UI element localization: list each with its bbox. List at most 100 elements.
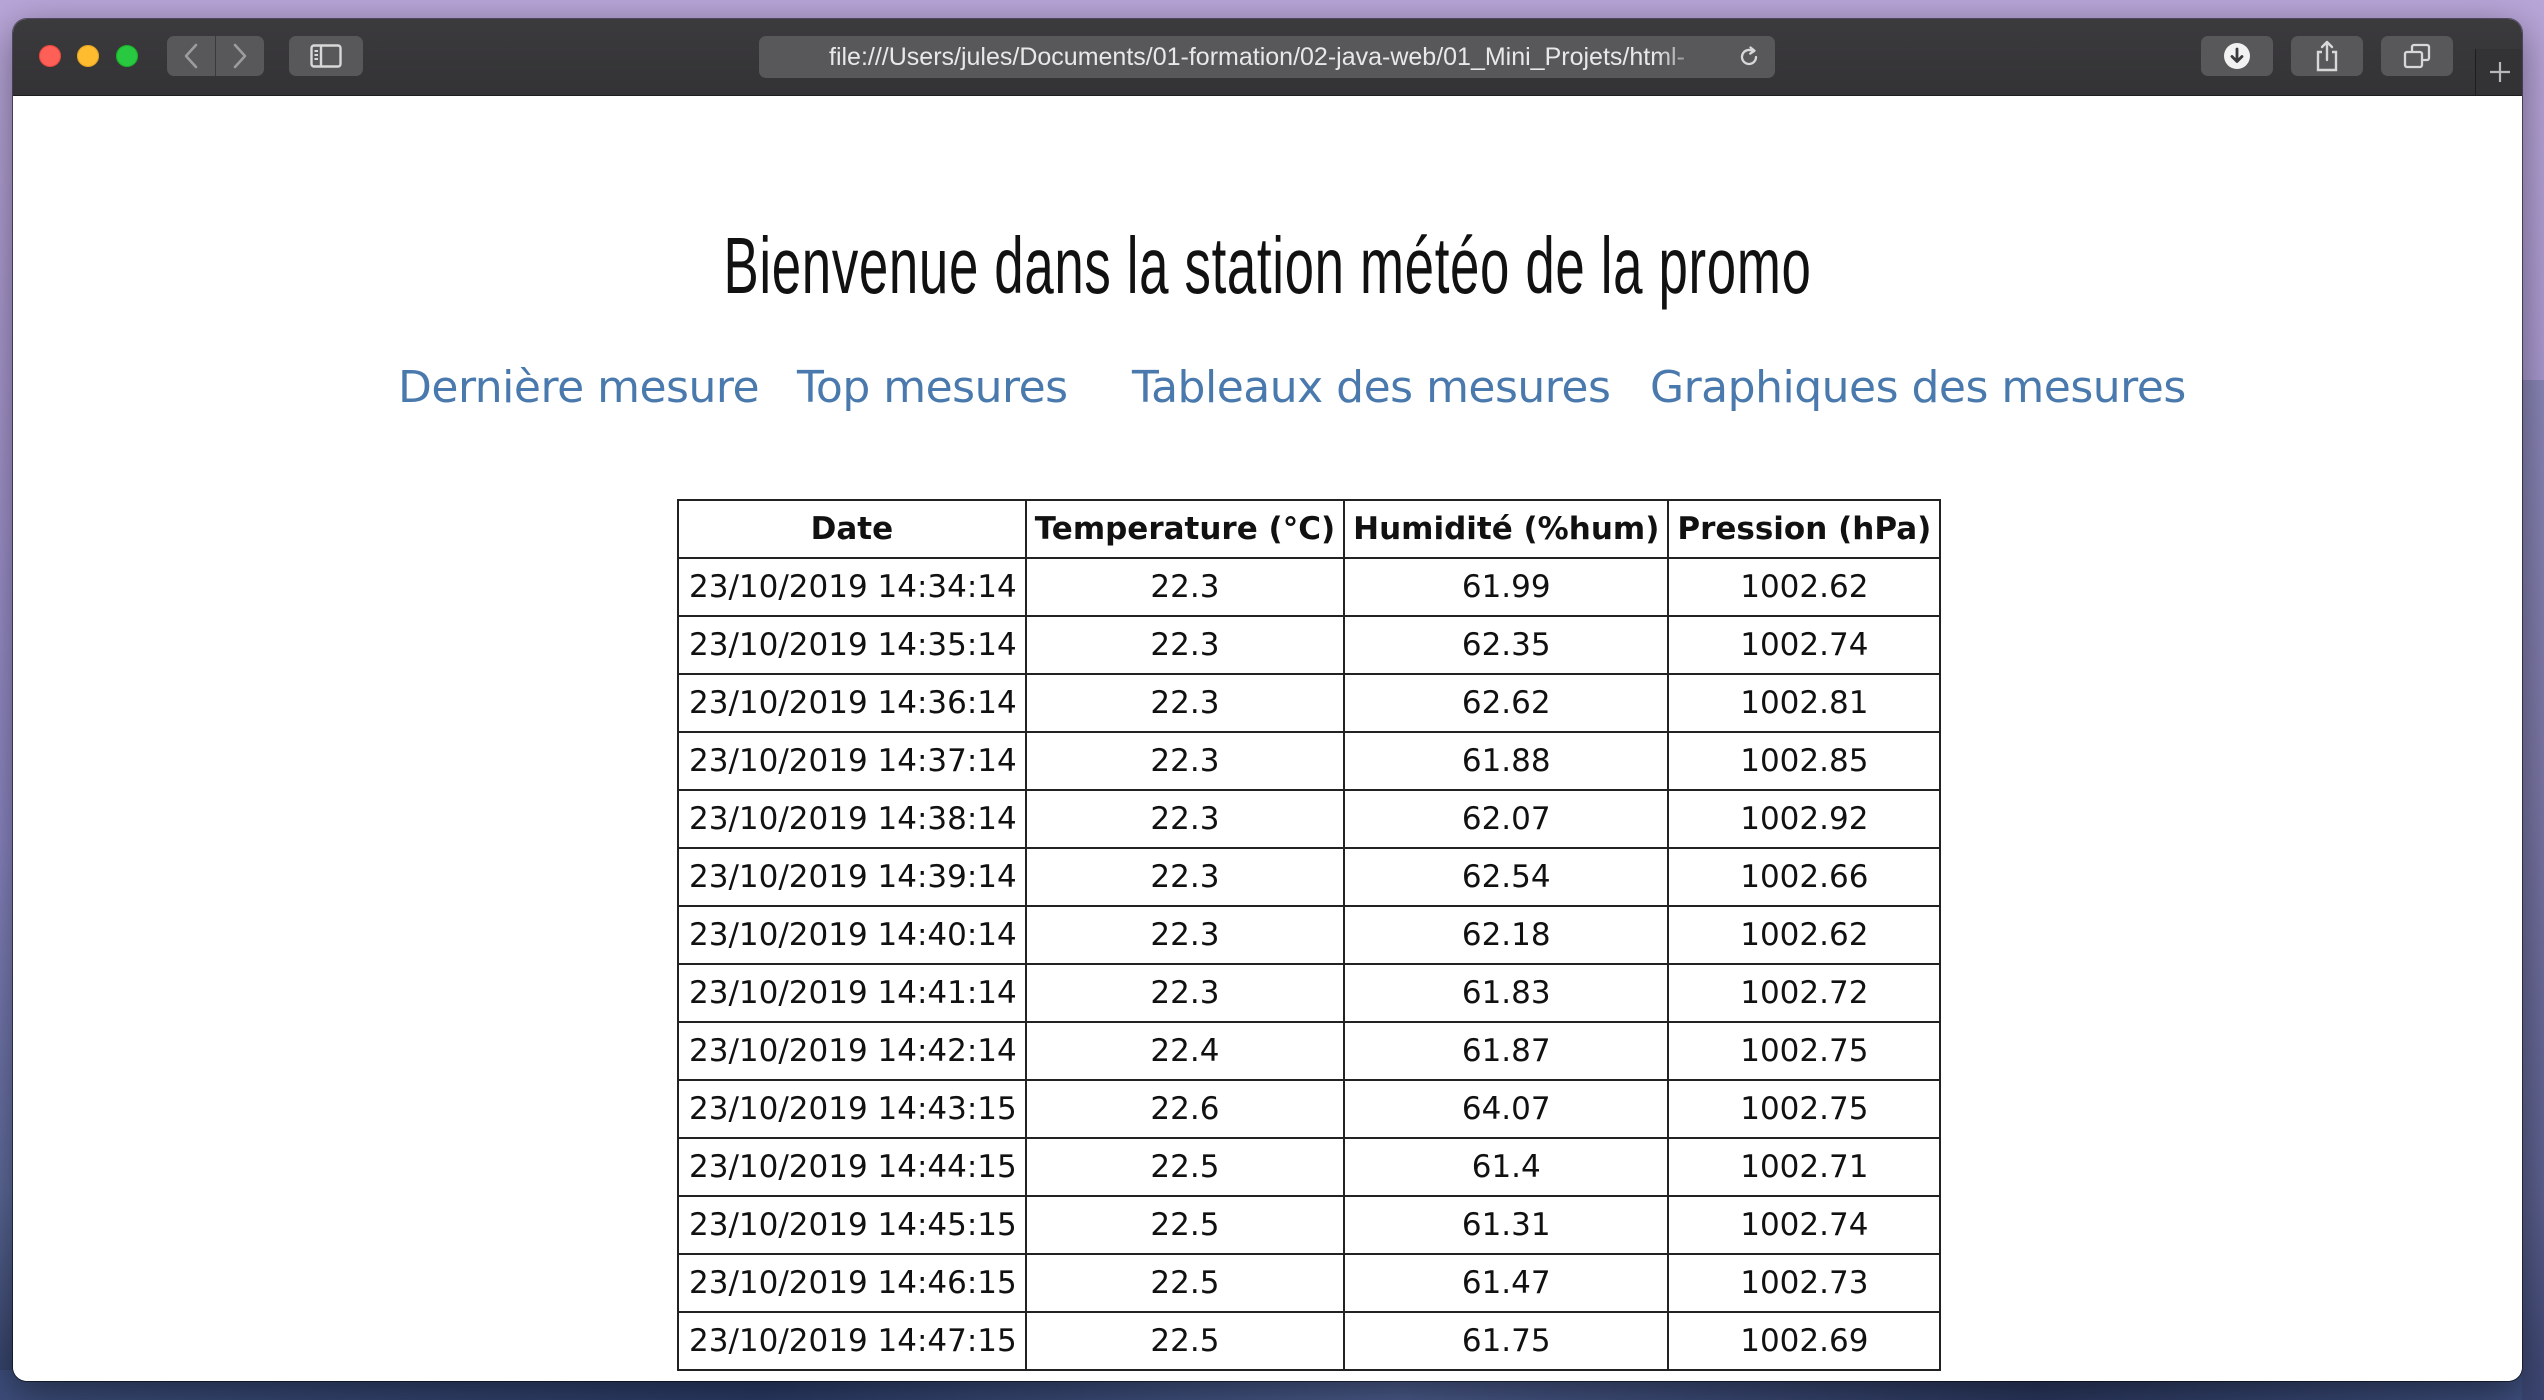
cell-date: 23/10/2019 14:44:15 xyxy=(677,1137,1027,1197)
cell-pressure: 1002.66 xyxy=(1667,847,1942,907)
cell-temperature: 22.5 xyxy=(1024,1253,1346,1313)
nav-link-tableaux-des-mesures[interactable]: Tableaux des mesures xyxy=(1132,362,1611,413)
cell-temperature: 22.3 xyxy=(1024,557,1346,617)
cell-temperature: 22.3 xyxy=(1024,731,1346,791)
cell-temperature: 22.3 xyxy=(1024,615,1346,675)
cell-humidity: 61.99 xyxy=(1343,557,1670,617)
page-content: Bienvenue dans la station météo de la pr… xyxy=(13,96,2522,1381)
address-bar[interactable]: file:///Users/jules/Documents/01-formati… xyxy=(759,36,1775,78)
table-header-row: Date Temperature (°C) Humidité (%hum) Pr… xyxy=(677,499,1942,559)
cell-temperature: 22.3 xyxy=(1024,789,1346,849)
cell-pressure: 1002.81 xyxy=(1667,673,1942,733)
cell-date: 23/10/2019 14:35:14 xyxy=(677,615,1027,675)
cell-humidity: 61.83 xyxy=(1343,963,1670,1023)
tab-overview-button[interactable] xyxy=(2381,36,2453,76)
table-row: 23/10/2019 14:43:15 22.6 64.07 1002.75 xyxy=(677,1079,1942,1139)
cell-humidity: 61.88 xyxy=(1343,731,1670,791)
cell-temperature: 22.3 xyxy=(1024,847,1346,907)
cell-date: 23/10/2019 14:41:14 xyxy=(677,963,1027,1023)
url-text[interactable]: file:///Users/jules/Documents/01-formati… xyxy=(829,36,1709,78)
browser-window: file:///Users/jules/Documents/01-formati… xyxy=(13,19,2522,1381)
new-tab-button[interactable] xyxy=(2475,49,2522,95)
table-row: 23/10/2019 14:36:14 22.3 62.62 1002.81 xyxy=(677,673,1942,733)
close-window-button[interactable] xyxy=(39,45,61,67)
nav-link-derniere-mesure[interactable]: Dernière mesure xyxy=(398,362,760,413)
nav-link-top-mesures[interactable]: Top mesures xyxy=(797,362,1068,413)
table-body: 23/10/2019 14:34:14 22.3 61.99 1002.62 23/10… xyxy=(677,557,1942,1371)
cell-pressure: 1002.85 xyxy=(1667,731,1942,791)
cell-pressure: 1002.75 xyxy=(1667,1079,1942,1139)
table-row: 23/10/2019 14:42:14 22.4 61.87 1002.75 xyxy=(677,1021,1942,1081)
cell-temperature: 22.6 xyxy=(1024,1079,1346,1139)
cell-pressure: 1002.62 xyxy=(1667,905,1942,965)
cell-humidity: 61.87 xyxy=(1343,1021,1670,1081)
minimize-window-button[interactable] xyxy=(77,45,99,67)
cell-pressure: 1002.75 xyxy=(1667,1021,1942,1081)
reload-icon[interactable] xyxy=(1737,45,1761,69)
cell-date: 23/10/2019 14:36:14 xyxy=(677,673,1027,733)
forward-button[interactable] xyxy=(216,36,264,76)
cell-date: 23/10/2019 14:38:14 xyxy=(677,789,1027,849)
table-row: 23/10/2019 14:34:14 22.3 61.99 1002.62 xyxy=(677,557,1942,617)
cell-temperature: 22.5 xyxy=(1024,1195,1346,1255)
sidebar-icon xyxy=(310,44,342,68)
cell-pressure: 1002.69 xyxy=(1667,1311,1942,1371)
cell-temperature: 22.3 xyxy=(1024,673,1346,733)
table-row: 23/10/2019 14:39:14 22.3 62.54 1002.66 xyxy=(677,847,1942,907)
back-icon xyxy=(184,43,198,69)
table-row: 23/10/2019 14:37:14 22.3 61.88 1002.85 xyxy=(677,731,1942,791)
share-icon xyxy=(2316,40,2338,72)
cell-humidity: 61.4 xyxy=(1343,1137,1670,1197)
nav-link-graphiques-des-mesures[interactable]: Graphiques des mesures xyxy=(1650,362,2186,413)
cell-date: 23/10/2019 14:47:15 xyxy=(677,1311,1027,1371)
table-row: 23/10/2019 14:47:15 22.5 61.75 1002.69 xyxy=(677,1311,1942,1371)
cell-humidity: 62.54 xyxy=(1343,847,1670,907)
cell-pressure: 1002.73 xyxy=(1667,1253,1942,1313)
cell-humidity: 61.47 xyxy=(1343,1253,1670,1313)
column-header-temperature: Temperature (°C) xyxy=(1024,499,1346,559)
cell-pressure: 1002.71 xyxy=(1667,1137,1942,1197)
share-button[interactable] xyxy=(2291,36,2363,76)
cell-date: 23/10/2019 14:45:15 xyxy=(677,1195,1027,1255)
cell-humidity: 64.07 xyxy=(1343,1079,1670,1139)
cell-date: 23/10/2019 14:46:15 xyxy=(677,1253,1027,1313)
download-icon xyxy=(2224,43,2250,69)
tabs-icon xyxy=(2403,43,2431,69)
cell-date: 23/10/2019 14:43:15 xyxy=(677,1079,1027,1139)
table-row: 23/10/2019 14:45:15 22.5 61.31 1002.74 xyxy=(677,1195,1942,1255)
back-button[interactable] xyxy=(167,36,215,76)
cell-temperature: 22.5 xyxy=(1024,1137,1346,1197)
cell-date: 23/10/2019 14:37:14 xyxy=(677,731,1027,791)
sidebar-toggle-button[interactable] xyxy=(289,36,363,76)
table-row: 23/10/2019 14:38:14 22.3 62.07 1002.92 xyxy=(677,789,1942,849)
cell-date: 23/10/2019 14:34:14 xyxy=(677,557,1027,617)
cell-date: 23/10/2019 14:40:14 xyxy=(677,905,1027,965)
cell-pressure: 1002.92 xyxy=(1667,789,1942,849)
cell-humidity: 62.35 xyxy=(1343,615,1670,675)
cell-temperature: 22.3 xyxy=(1024,963,1346,1023)
cell-humidity: 62.07 xyxy=(1343,789,1670,849)
desktop-wallpaper-edge xyxy=(2522,380,2544,1400)
cell-humidity: 62.62 xyxy=(1343,673,1670,733)
cell-pressure: 1002.74 xyxy=(1667,1195,1942,1255)
cell-pressure: 1002.74 xyxy=(1667,615,1942,675)
column-header-humidity: Humidité (%hum) xyxy=(1343,499,1670,559)
cell-temperature: 22.3 xyxy=(1024,905,1346,965)
browser-toolbar: file:///Users/jules/Documents/01-formati… xyxy=(13,19,2522,96)
forward-icon xyxy=(233,43,247,69)
column-header-pressure: Pression (hPa) xyxy=(1667,499,1942,559)
cell-humidity: 61.31 xyxy=(1343,1195,1670,1255)
column-header-date: Date xyxy=(677,499,1027,559)
cell-pressure: 1002.72 xyxy=(1667,963,1942,1023)
table-row: 23/10/2019 14:40:14 22.3 62.18 1002.62 xyxy=(677,905,1942,965)
downloads-button[interactable] xyxy=(2201,36,2273,76)
measures-table-container: Date Temperature (°C) Humidité (%hum) Pr… xyxy=(677,499,1942,1371)
zoom-window-button[interactable] xyxy=(116,45,138,67)
history-nav-group xyxy=(167,36,264,76)
table-row: 23/10/2019 14:46:15 22.5 61.47 1002.73 xyxy=(677,1253,1942,1313)
table-row: 23/10/2019 14:41:14 22.3 61.83 1002.72 xyxy=(677,963,1942,1023)
plus-icon xyxy=(2489,62,2510,82)
cell-temperature: 22.4 xyxy=(1024,1021,1346,1081)
main-nav: Dernière mesure Top mesures Tableaux des… xyxy=(13,362,2522,413)
cell-humidity: 61.75 xyxy=(1343,1311,1670,1371)
